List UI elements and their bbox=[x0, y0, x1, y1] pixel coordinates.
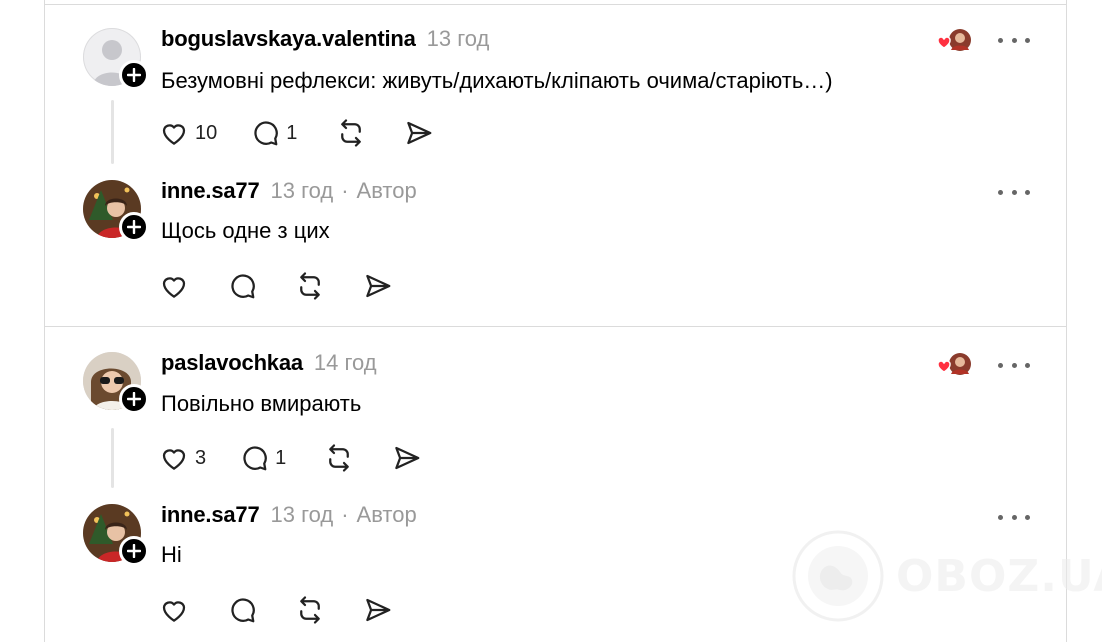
timestamp[interactable]: 13 год bbox=[270, 502, 333, 528]
author-badge: Автор bbox=[356, 178, 417, 203]
username[interactable]: inne.sa77 bbox=[161, 178, 260, 204]
share-button[interactable] bbox=[363, 271, 393, 301]
more-icon bbox=[998, 189, 1003, 195]
reply-count: 1 bbox=[286, 121, 298, 144]
timestamp[interactable]: 13 год bbox=[270, 178, 333, 204]
username[interactable]: boguslavskaya.valentina bbox=[161, 26, 416, 52]
more-icon bbox=[998, 362, 1003, 368]
username[interactable]: inne.sa77 bbox=[161, 502, 260, 528]
share-icon bbox=[407, 121, 432, 145]
share-button[interactable] bbox=[392, 443, 422, 473]
action-bar: 3 1 bbox=[159, 443, 422, 473]
like-button[interactable] bbox=[159, 595, 189, 625]
share-button[interactable] bbox=[404, 118, 434, 148]
share-button[interactable] bbox=[363, 595, 393, 625]
post-text: Повільно вмирають bbox=[161, 391, 362, 416]
more-options-button[interactable] bbox=[998, 182, 1030, 202]
comment-icon bbox=[231, 274, 255, 299]
watermark: OBOZ.UA bbox=[792, 530, 1102, 622]
repost-icon bbox=[329, 444, 350, 472]
follow-plus-icon[interactable] bbox=[119, 384, 149, 414]
separator: · bbox=[341, 502, 349, 527]
watermark-text: OBOZ.UA bbox=[896, 550, 1102, 602]
repost-icon bbox=[300, 272, 320, 300]
post-header: paslavochkaa 14 год bbox=[161, 350, 377, 376]
comment-icon bbox=[231, 598, 255, 623]
more-options-button[interactable] bbox=[998, 30, 1030, 50]
repost-button[interactable] bbox=[295, 595, 325, 625]
more-options-button[interactable] bbox=[998, 355, 1030, 375]
like-button[interactable]: 10 bbox=[159, 118, 217, 148]
reply-count: 1 bbox=[275, 446, 287, 469]
post-header: inne.sa77 13 год · Автор bbox=[161, 502, 417, 528]
post-text: Щось одне з цих bbox=[161, 218, 330, 243]
author-badge: Автор bbox=[356, 502, 417, 527]
repost-button[interactable] bbox=[336, 118, 366, 148]
avatar-inne-sa77[interactable] bbox=[83, 504, 149, 566]
avatar-boguslavskaya[interactable] bbox=[83, 28, 149, 90]
action-bar bbox=[159, 595, 393, 625]
heart-icon bbox=[162, 277, 186, 298]
timestamp[interactable]: 13 год bbox=[427, 26, 490, 52]
like-button[interactable] bbox=[159, 271, 189, 301]
heart-icon bbox=[162, 449, 186, 470]
share-icon bbox=[366, 598, 391, 622]
thread-divider bbox=[45, 326, 1066, 327]
repost-button[interactable] bbox=[324, 443, 354, 473]
action-bar bbox=[159, 271, 393, 301]
action-bar: 10 1 bbox=[159, 118, 434, 148]
repost-icon bbox=[300, 596, 320, 624]
follow-plus-icon[interactable] bbox=[119, 60, 149, 90]
heart-icon bbox=[162, 124, 186, 145]
more-options-button[interactable] bbox=[998, 507, 1030, 527]
follow-plus-icon[interactable] bbox=[119, 536, 149, 566]
like-count: 10 bbox=[195, 121, 218, 144]
comment-icon bbox=[243, 446, 267, 471]
separator: · bbox=[341, 178, 349, 203]
more-icon bbox=[998, 514, 1003, 520]
avatar-inne-sa77[interactable] bbox=[83, 180, 149, 242]
repost-button[interactable] bbox=[295, 271, 325, 301]
thread-line bbox=[111, 428, 114, 488]
avatar-paslavochkaa[interactable] bbox=[83, 352, 149, 414]
username[interactable]: paslavochkaa bbox=[161, 350, 303, 376]
reply-button[interactable] bbox=[227, 595, 257, 625]
post-header: inne.sa77 13 год · Автор bbox=[161, 178, 417, 204]
reply-button[interactable]: 1 bbox=[250, 118, 297, 148]
thread-line bbox=[111, 100, 114, 164]
heart-icon bbox=[162, 601, 186, 622]
more-icon bbox=[998, 37, 1003, 43]
timestamp[interactable]: 14 год bbox=[314, 350, 377, 376]
repost-icon bbox=[341, 119, 362, 147]
like-count: 3 bbox=[195, 446, 207, 469]
globe-logo-icon bbox=[792, 530, 884, 622]
share-icon bbox=[395, 446, 420, 470]
comment-icon bbox=[254, 121, 279, 146]
share-icon bbox=[366, 274, 391, 298]
top-divider bbox=[45, 4, 1066, 5]
liked-by-author-icon[interactable] bbox=[935, 26, 975, 56]
follow-plus-icon[interactable] bbox=[119, 212, 149, 242]
like-button[interactable]: 3 bbox=[159, 443, 206, 473]
liked-by-author-icon[interactable] bbox=[935, 350, 975, 380]
reply-button[interactable]: 1 bbox=[239, 443, 286, 473]
reply-button[interactable] bbox=[227, 271, 257, 301]
post-text: Безумовні рефлекси: живуть/дихають/кліпа… bbox=[161, 68, 833, 93]
post-header: boguslavskaya.valentina 13 год bbox=[161, 26, 489, 52]
post-text: Ні bbox=[161, 542, 182, 567]
